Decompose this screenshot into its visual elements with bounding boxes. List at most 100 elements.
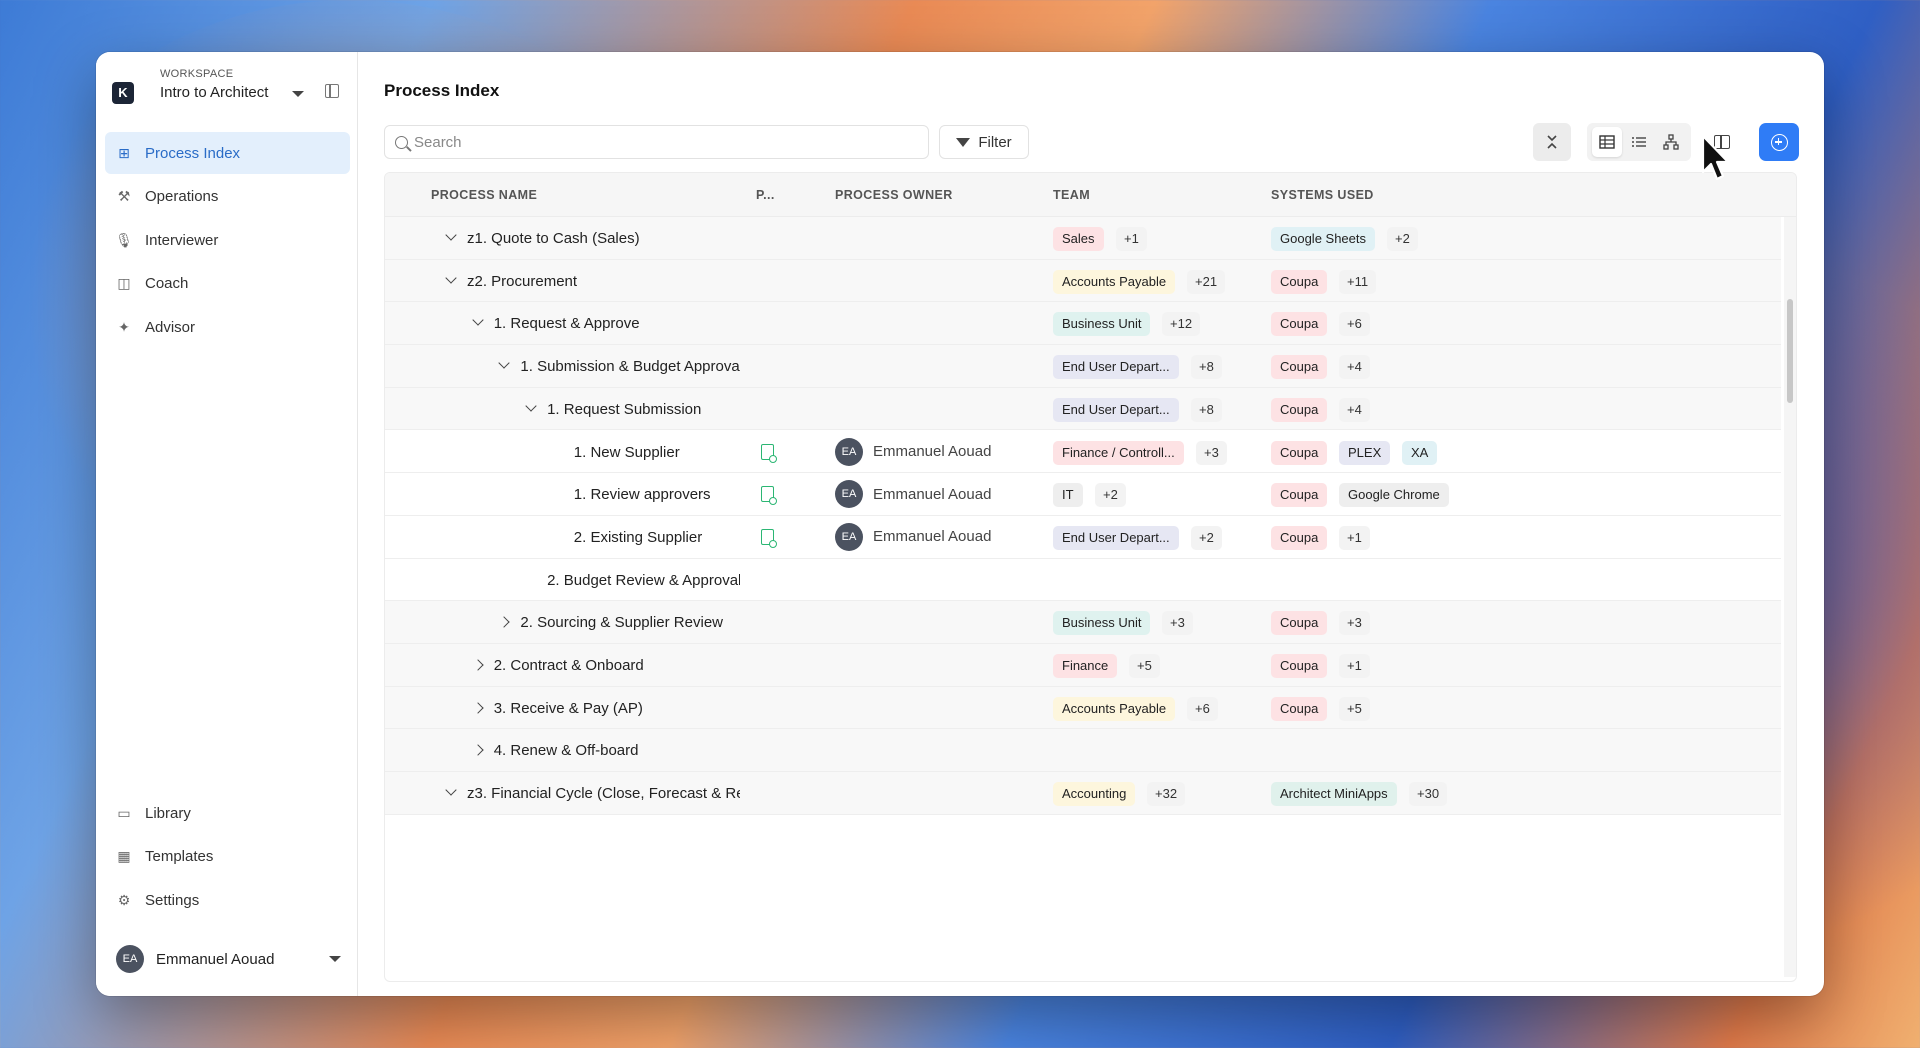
systems-overflow-count[interactable]: +5 xyxy=(1339,696,1370,721)
document-icon[interactable] xyxy=(761,528,777,548)
filter-button[interactable]: Filter xyxy=(939,125,1029,159)
systems-overflow-count[interactable]: +11 xyxy=(1339,269,1377,294)
chevron-down-icon[interactable] xyxy=(472,314,484,327)
process-name[interactable]: 1. Review approvers xyxy=(574,486,711,503)
table-row[interactable]: 1. Request Submission End User Depart... +… xyxy=(385,387,1781,431)
table-row[interactable]: 2. Contract & Onboard Finance +5 Coupa +1 xyxy=(385,644,1781,687)
process-name[interactable]: 2. Sourcing & Supplier Review xyxy=(520,614,723,631)
team-overflow-count[interactable]: +5 xyxy=(1129,654,1160,678)
team-overflow-count[interactable]: +6 xyxy=(1187,696,1218,721)
process-name[interactable]: 4. Renew & Off-board xyxy=(494,742,639,759)
table-row[interactable]: 1. New Supplier EA Emmanuel Aouad Finance /… xyxy=(385,430,1781,474)
hierarchy-view-button[interactable] xyxy=(1656,127,1686,157)
team-overflow-count[interactable]: +3 xyxy=(1162,611,1193,636)
document-icon[interactable] xyxy=(761,486,777,506)
team-overflow-count[interactable]: +12 xyxy=(1162,312,1201,337)
chevron-down-icon[interactable] xyxy=(525,400,537,412)
sidebar-item-coach[interactable]: ◫ Coach xyxy=(105,263,350,305)
table-row[interactable]: 2. Sourcing & Supplier Review Business Un… xyxy=(385,601,1781,644)
table-row[interactable]: 3. Receive & Pay (AP) Accounts Payable +6 C… xyxy=(385,686,1781,730)
column-header-process-owner[interactable]: PROCESS OWNER xyxy=(835,188,953,202)
process-table: PROCESS NAME P... PROCESS OWNER TEAM SYS… xyxy=(384,172,1797,982)
sidebar-item-advisor[interactable]: ✦ Advisor xyxy=(105,306,350,348)
systems-badge: Coupa xyxy=(1271,525,1328,550)
collapse-all-button[interactable] xyxy=(1533,123,1571,161)
view-switcher xyxy=(1587,123,1691,161)
sidebar-item-settings[interactable]: ⚙ Settings xyxy=(105,879,350,921)
chevron-down-icon[interactable] xyxy=(498,357,511,369)
systems-overflow-count[interactable]: +1 xyxy=(1339,654,1370,678)
process-name[interactable]: z2. Procurement xyxy=(467,273,577,290)
workspace-switcher[interactable]: K WORKSPACE Intro to Architect xyxy=(112,64,352,114)
systems-overflow-count[interactable]: +1 xyxy=(1339,525,1370,550)
table-row[interactable]: z2. Procurement Accounts Payable +21 Coupa +… xyxy=(385,259,1781,303)
process-name[interactable]: 3. Receive & Pay (AP) xyxy=(494,700,643,717)
add-process-button[interactable] xyxy=(1759,123,1799,161)
column-header-process-name[interactable]: PROCESS NAME xyxy=(431,188,537,202)
systems-overflow-count[interactable]: +4 xyxy=(1339,397,1370,422)
table-row[interactable]: 4. Renew & Off-board xyxy=(385,729,1781,773)
process-name[interactable]: z3. Financial Cycle (Close, Forecast & R… xyxy=(467,785,740,802)
gear-icon: ⚙ xyxy=(117,891,131,908)
sidebar-toggle-icon[interactable] xyxy=(325,84,339,98)
chevron-down-icon[interactable] xyxy=(445,229,457,241)
systems-overflow-count[interactable]: +6 xyxy=(1339,312,1370,337)
chevron-right-icon[interactable] xyxy=(472,659,484,671)
table-row[interactable]: z1. Quote to Cash (Sales) Sales +1 Google S… xyxy=(385,217,1781,260)
chevron-down-icon[interactable] xyxy=(445,784,457,796)
sidebar-item-operations[interactable]: ⚒ Operations xyxy=(105,176,350,218)
team-overflow-count[interactable]: +8 xyxy=(1191,355,1222,380)
table-row[interactable]: z3. Financial Cycle (Close, Forecast & R… xyxy=(385,772,1781,815)
sidebar-item-library[interactable]: ▭ Library xyxy=(105,792,350,834)
sidebar-item-label: Advisor xyxy=(145,318,196,336)
process-name[interactable]: 2. Budget Review & Approval xyxy=(547,572,740,589)
team-overflow-count[interactable]: +2 xyxy=(1191,525,1222,550)
scroll-thumb[interactable] xyxy=(1787,299,1793,403)
table-row[interactable]: 1. Submission & Budget Approval End User … xyxy=(385,345,1781,388)
process-name[interactable]: 1. Request & Approve xyxy=(494,315,640,332)
chevron-right-icon[interactable] xyxy=(472,744,484,757)
table-row[interactable]: 2. Existing Supplier EA Emmanuel Aouad End … xyxy=(385,515,1781,559)
sidebar-item-process-index[interactable]: ⊞ Process Index xyxy=(105,132,350,174)
vertical-scrollbar[interactable] xyxy=(1784,217,1796,977)
workspace-name[interactable]: Intro to Architect xyxy=(160,84,268,101)
team-overflow-count[interactable]: +2 xyxy=(1095,483,1126,508)
chevron-down-icon[interactable] xyxy=(445,272,457,284)
systems-overflow-count[interactable]: +2 xyxy=(1387,227,1418,251)
process-name[interactable]: 2. Contract & Onboard xyxy=(494,657,644,674)
systems-overflow-count[interactable]: +4 xyxy=(1339,355,1370,380)
table-row[interactable]: 1. Request & Approve Business Unit +12 Coup… xyxy=(385,302,1781,346)
systems-overflow-count[interactable]: +30 xyxy=(1409,782,1448,807)
sidebar-item-interviewer[interactable]: 🎙 Interviewer xyxy=(105,219,350,261)
table-row[interactable]: 1. Review approvers EA Emmanuel Aouad IT +2 C… xyxy=(385,473,1781,516)
team-overflow-count[interactable]: +21 xyxy=(1187,269,1226,294)
column-header-p[interactable]: P... xyxy=(756,188,775,202)
sidebar-item-templates[interactable]: ▦ Templates xyxy=(105,836,350,878)
process-name[interactable]: 1. Submission & Budget Approval xyxy=(520,358,740,375)
list-view-button[interactable] xyxy=(1624,127,1654,157)
document-icon[interactable] xyxy=(761,443,777,463)
column-header-team[interactable]: TEAM xyxy=(1053,188,1090,202)
search-box[interactable] xyxy=(384,125,929,159)
team-overflow-count[interactable]: +8 xyxy=(1191,397,1222,422)
chevron-down-icon[interactable] xyxy=(292,91,304,97)
systems-overflow-count[interactable]: +3 xyxy=(1339,611,1370,636)
process-name[interactable]: 1. New Supplier xyxy=(574,444,680,461)
team-overflow-count[interactable]: +1 xyxy=(1116,227,1147,251)
process-name[interactable]: z1. Quote to Cash (Sales) xyxy=(467,230,640,247)
column-header-systems-used[interactable]: SYSTEMS USED xyxy=(1271,188,1374,202)
chevron-right-icon[interactable] xyxy=(472,702,484,714)
chevron-down-icon[interactable] xyxy=(329,956,341,962)
user-menu[interactable]: EA Emmanuel Aouad xyxy=(116,944,341,974)
process-owner: EA Emmanuel Aouad xyxy=(835,480,991,509)
process-name[interactable]: 1. Request Submission xyxy=(547,401,701,418)
search-input[interactable] xyxy=(414,133,894,151)
table-view-button[interactable] xyxy=(1592,127,1622,157)
chevron-right-icon[interactable] xyxy=(498,616,511,628)
team-overflow-count[interactable]: +3 xyxy=(1196,440,1227,465)
team-overflow-count[interactable]: +32 xyxy=(1147,782,1186,807)
team-badge: End User Depart... xyxy=(1053,397,1179,422)
process-name[interactable]: 2. Existing Supplier xyxy=(574,529,702,546)
table-icon xyxy=(1599,135,1615,149)
table-row[interactable]: 2. Budget Review & Approval xyxy=(385,558,1781,602)
